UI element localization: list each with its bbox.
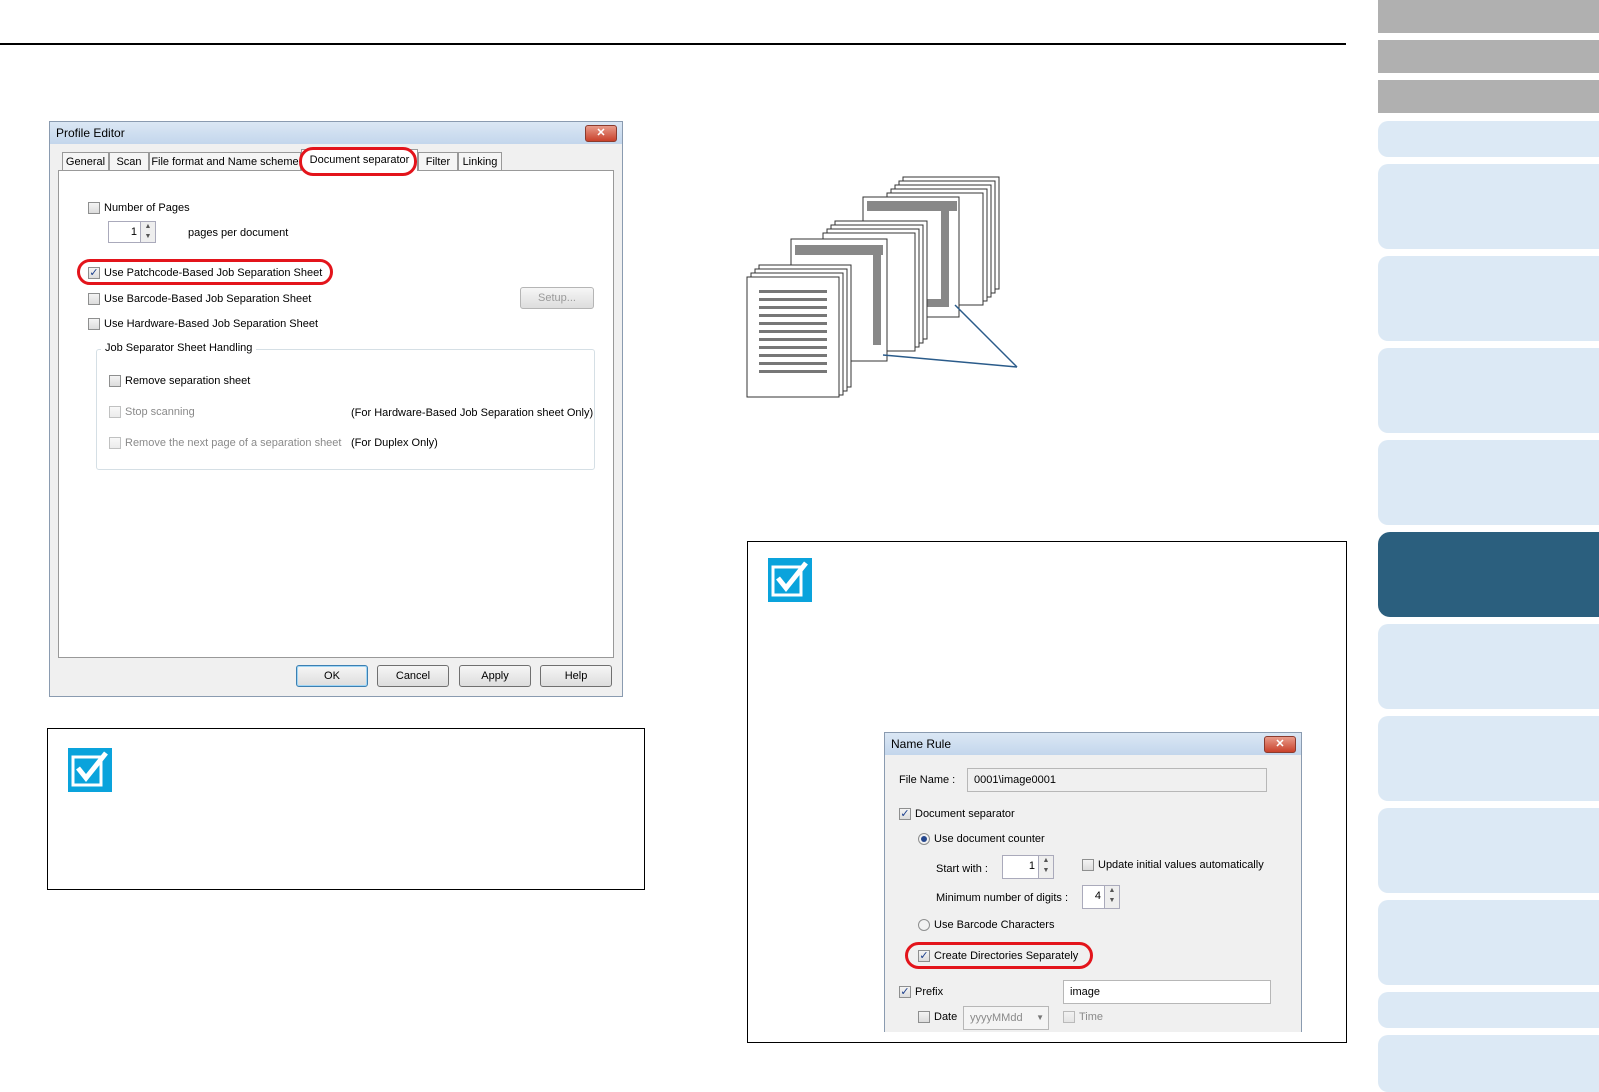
nav-tab-3[interactable]: [1378, 80, 1599, 113]
help-button[interactable]: Help: [540, 665, 612, 687]
spin-arrows-icon[interactable]: ▲ ▼: [140, 222, 155, 242]
pages-stepper[interactable]: 1 ▲ ▼: [108, 221, 156, 243]
hardware-checkbox[interactable]: [88, 318, 100, 330]
setup-button[interactable]: Setup...: [520, 287, 594, 309]
time-checkbox[interactable]: [1063, 1011, 1075, 1023]
chevron-down-icon: ▼: [1036, 1013, 1044, 1022]
highlight-oval-create-directories: [905, 942, 1093, 969]
remove-next-checkbox[interactable]: [109, 437, 121, 449]
document-separator-checkbox[interactable]: ✓: [899, 808, 911, 820]
nav-tab-10[interactable]: [1378, 624, 1599, 709]
checkmark-icon: [71, 751, 108, 787]
date-label: Date: [934, 1011, 958, 1023]
start-with-value: 1: [1028, 860, 1035, 872]
note-box-left: [47, 728, 645, 890]
nav-tab-4[interactable]: [1378, 121, 1599, 157]
close-button[interactable]: ✕: [585, 125, 617, 142]
nav-tab-9-active[interactable]: [1378, 532, 1599, 617]
profile-editor-window: Profile Editor ✕ General Scan File forma…: [49, 121, 623, 697]
nav-tab-15[interactable]: [1378, 1035, 1599, 1092]
checkmark-icon: [771, 561, 808, 597]
update-initial-label: Update initial values automatically: [1098, 859, 1264, 871]
nav-tab-7[interactable]: [1378, 348, 1599, 433]
header-rule: [0, 43, 1346, 45]
date-format-select[interactable]: yyyyMMdd ▼: [963, 1006, 1049, 1030]
checkmark-note-icon-right: [768, 558, 812, 602]
nav-tab-1[interactable]: [1378, 0, 1599, 33]
number-of-pages-label: Number of Pages: [104, 202, 190, 214]
apply-button[interactable]: Apply: [459, 665, 531, 687]
number-of-pages-checkbox[interactable]: [88, 202, 100, 214]
prefix-label: Prefix: [915, 986, 944, 998]
stop-scanning-checkbox[interactable]: [109, 406, 121, 418]
date-format-value: yyyyMMdd: [970, 1012, 1023, 1024]
min-digits-label: Minimum number of digits :: [936, 892, 1069, 904]
window-title: Profile Editor: [50, 122, 622, 144]
prefix-checkbox[interactable]: ✓: [899, 986, 911, 998]
document-separator-label: Document separator: [915, 808, 1015, 820]
name-rule-close-button[interactable]: ✕: [1264, 736, 1296, 753]
nav-tab-5[interactable]: [1378, 164, 1599, 249]
nav-tab-14[interactable]: [1378, 992, 1599, 1028]
tab-linking[interactable]: Linking: [458, 152, 502, 170]
date-checkbox[interactable]: [918, 1011, 930, 1023]
remove-next-label: Remove the next page of a separation she…: [125, 437, 342, 449]
tab-scan[interactable]: Scan: [109, 152, 149, 170]
name-rule-title: Name Rule: [885, 733, 1301, 755]
nav-tab-13[interactable]: [1378, 900, 1599, 985]
start-with-stepper[interactable]: 1 ▲ ▼: [1002, 855, 1054, 879]
min-digits-value: 4: [1094, 890, 1101, 902]
check-icon: ✓: [900, 808, 910, 820]
tab-file-format[interactable]: File format and Name scheme: [149, 152, 301, 170]
use-barcode-chars-label: Use Barcode Characters: [934, 919, 1055, 931]
use-document-counter-radio[interactable]: [918, 833, 930, 845]
nav-tab-12[interactable]: [1378, 808, 1599, 893]
spin-arrows-icon[interactable]: ▲ ▼: [1038, 856, 1053, 878]
spin-arrows-icon[interactable]: ▲ ▼: [1104, 886, 1119, 908]
nav-tab-8[interactable]: [1378, 440, 1599, 525]
remove-sheet-checkbox[interactable]: [109, 375, 121, 387]
barcode-checkbox[interactable]: [88, 293, 100, 305]
barcode-label: Use Barcode-Based Job Separation Sheet: [104, 293, 312, 305]
sheet-group-front: [746, 264, 852, 398]
name-rule-window: Name Rule ✕ File Name : 0001\image0001 ✓…: [884, 732, 1302, 1032]
cancel-button[interactable]: Cancel: [377, 665, 449, 687]
nav-tab-6[interactable]: [1378, 256, 1599, 341]
min-digits-stepper[interactable]: 4 ▲ ▼: [1082, 885, 1120, 909]
hardware-only-note: (For Hardware-Based Job Separation sheet…: [351, 407, 594, 419]
pages-value: 1: [130, 226, 137, 238]
duplex-only-note: (For Duplex Only): [351, 437, 438, 449]
ok-button[interactable]: OK: [296, 665, 368, 687]
file-name-label: File Name :: [899, 774, 956, 786]
group-title: Job Separator Sheet Handling: [101, 342, 257, 354]
check-icon: ✓: [900, 986, 910, 998]
nav-tab-11[interactable]: [1378, 716, 1599, 801]
update-initial-checkbox[interactable]: [1082, 859, 1094, 871]
use-barcode-chars-radio[interactable]: [918, 919, 930, 931]
note-box-right: Name Rule ✕ File Name : 0001\image0001 ✓…: [747, 541, 1347, 1043]
time-label: Time: [1079, 1011, 1104, 1023]
checkmark-note-icon: [68, 748, 112, 792]
tab-general[interactable]: General: [62, 152, 109, 170]
hardware-label: Use Hardware-Based Job Separation Sheet: [104, 318, 319, 330]
nav-tab-2[interactable]: [1378, 40, 1599, 73]
remove-sheet-label: Remove separation sheet: [125, 375, 251, 387]
tab-filter[interactable]: Filter: [418, 152, 458, 170]
prefix-field[interactable]: image: [1063, 980, 1271, 1004]
use-document-counter-label: Use document counter: [934, 833, 1045, 845]
highlight-oval-patchcode: [77, 259, 333, 285]
start-with-label: Start with :: [936, 863, 988, 875]
stop-scanning-label: Stop scanning: [125, 406, 195, 418]
pages-per-document-label: pages per document: [188, 227, 289, 239]
document-stack-illustration: [746, 176, 1018, 398]
file-name-field: 0001\image0001: [967, 768, 1267, 792]
highlight-oval-tab: [299, 147, 417, 176]
